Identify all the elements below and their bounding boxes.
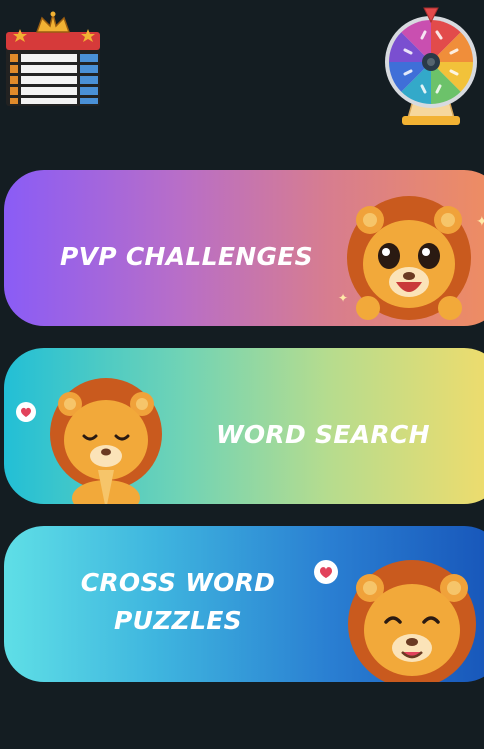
svg-text:✦: ✦: [338, 291, 348, 305]
crossword-puzzles-button[interactable]: CROSS WORD PUZZLES: [4, 526, 484, 682]
leaderboard-crown-icon[interactable]: [4, 8, 102, 108]
lion-cheering-icon: ✦ ✦: [338, 196, 484, 320]
word-search-label: WORD SEARCH: [216, 420, 430, 449]
crossword-puzzles-label: CROSS WORD PUZZLES: [80, 568, 276, 635]
pvp-challenges-button[interactable]: PVP CHALLENGES ✦ ✦: [4, 170, 484, 326]
word-search-button[interactable]: WORD SEARCH: [4, 348, 484, 504]
svg-text:✦: ✦: [476, 214, 484, 230]
pvp-challenges-label: PVP CHALLENGES: [60, 242, 313, 271]
spin-wheel-icon[interactable]: [382, 6, 480, 128]
lion-praying-icon: [16, 378, 162, 504]
lion-happy-icon: [314, 560, 476, 682]
game-menu-screen: PVP CHALLENGES ✦ ✦ WORD SEARCH CROSS WOR…: [0, 0, 484, 749]
